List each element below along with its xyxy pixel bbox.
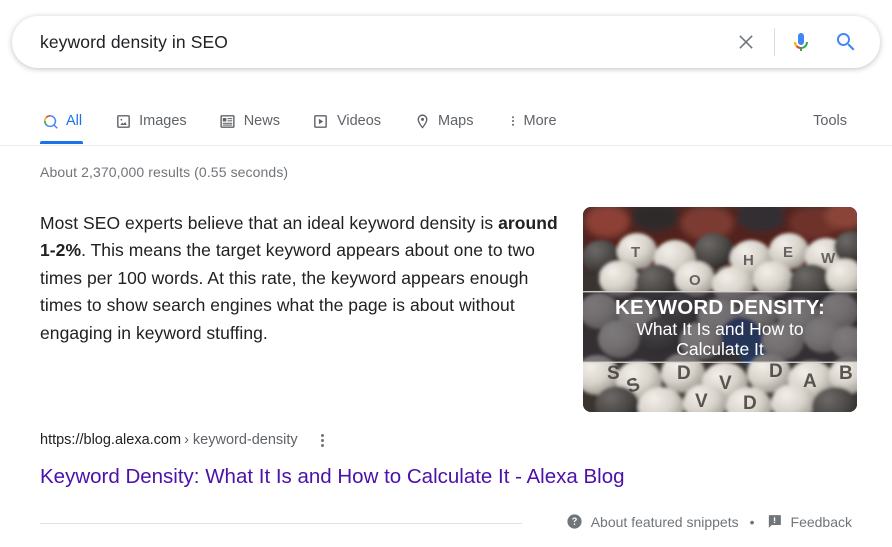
close-icon[interactable] xyxy=(729,25,763,59)
tab-label: More xyxy=(524,114,557,129)
search-tabs-bar: All Images xyxy=(0,100,892,146)
dot xyxy=(321,444,324,447)
featured-snippet-thumbnail[interactable]: T H E W O xyxy=(583,207,857,412)
tab-label: All xyxy=(66,114,82,129)
svg-text:W: W xyxy=(821,250,836,267)
active-tab-underline xyxy=(40,141,83,144)
snippet-footer: About featured snippets • Feedback xyxy=(566,513,852,530)
image-icon xyxy=(114,112,132,130)
search-bar-container xyxy=(12,16,880,68)
help-circle-icon xyxy=(566,513,583,530)
search-bar[interactable] xyxy=(12,16,880,68)
news-icon xyxy=(219,112,237,130)
search-input[interactable] xyxy=(40,27,729,57)
thumbnail-overlay-line-2: What It Is and How to xyxy=(636,319,803,339)
svg-text:D: D xyxy=(743,393,757,412)
tab-all[interactable]: All xyxy=(40,100,83,142)
svg-text:T: T xyxy=(631,244,640,261)
svg-text:D: D xyxy=(769,361,783,382)
svg-text:A: A xyxy=(803,371,817,392)
result-url-path: › keyword-density xyxy=(184,433,298,448)
result-url-domain[interactable]: https://blog.alexa.com xyxy=(40,433,181,448)
tab-news[interactable]: News xyxy=(218,100,281,142)
result-url-row: https://blog.alexa.com › keyword-density xyxy=(40,432,328,449)
more-vert-icon xyxy=(506,112,520,130)
svg-text:H: H xyxy=(743,252,754,269)
feedback-label: Feedback xyxy=(791,514,852,530)
microphone-icon[interactable] xyxy=(786,25,816,59)
about-featured-snippets-label: About featured snippets xyxy=(591,514,739,530)
snippet-divider xyxy=(40,523,522,524)
svg-text:D: D xyxy=(677,363,691,384)
tab-label: News xyxy=(244,114,280,129)
svg-text:B: B xyxy=(839,363,853,384)
tab-more[interactable]: More xyxy=(505,100,558,142)
dot xyxy=(321,439,324,442)
video-icon xyxy=(312,112,330,130)
thumbnail-overlay-line-3: Calculate It xyxy=(676,339,764,359)
search-icon[interactable] xyxy=(830,25,862,59)
result-title-link[interactable]: Keyword Density: What It Is and How to C… xyxy=(40,464,625,491)
tab-label: Maps xyxy=(438,114,473,129)
feedback-link[interactable]: Feedback xyxy=(766,513,852,530)
result-stats: About 2,370,000 results (0.55 seconds) xyxy=(40,164,288,180)
featured-snippet-text: Most SEO experts believe that an ideal k… xyxy=(40,210,565,347)
search-icon xyxy=(41,112,59,130)
tools-label: Tools xyxy=(813,113,847,129)
footer-separator: • xyxy=(750,515,755,529)
about-featured-snippets-link[interactable]: About featured snippets xyxy=(566,513,739,530)
tab-images[interactable]: Images xyxy=(113,100,188,142)
search-bar-divider xyxy=(774,28,775,56)
snippet-text-part-1: Most SEO experts believe that an ideal k… xyxy=(40,213,498,233)
svg-text:V: V xyxy=(719,373,732,394)
tab-label: Images xyxy=(139,114,187,129)
snippet-text-part-2: . This means the target keyword appears … xyxy=(40,240,535,342)
tab-maps[interactable]: Maps xyxy=(412,100,474,142)
three-dots-vertical-icon[interactable] xyxy=(317,432,328,449)
svg-text:E: E xyxy=(783,244,793,261)
svg-text:S: S xyxy=(607,363,620,384)
svg-text:O: O xyxy=(689,272,701,289)
tab-label: Videos xyxy=(337,114,381,129)
search-tabs: All Images xyxy=(40,100,588,145)
tab-videos[interactable]: Videos xyxy=(311,100,382,142)
thumbnail-overlay-title: KEYWORD DENSITY: xyxy=(615,296,825,319)
svg-text:V: V xyxy=(695,391,708,412)
featured-snippet: Most SEO experts believe that an ideal k… xyxy=(40,210,852,347)
map-pin-icon xyxy=(413,112,431,130)
dot xyxy=(321,434,324,437)
tools-button[interactable]: Tools xyxy=(813,100,847,142)
feedback-icon xyxy=(766,513,783,530)
